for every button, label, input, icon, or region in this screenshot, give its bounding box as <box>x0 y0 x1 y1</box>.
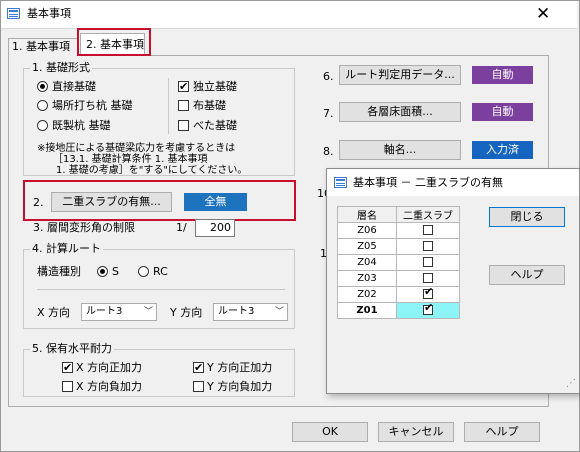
radio-precast-pile-label: 既製杭 基礎 <box>52 119 111 132</box>
check-isolated[interactable]: ✔ <box>178 81 189 92</box>
row-checkbox[interactable] <box>423 273 433 283</box>
dialog-close-button[interactable]: 閉じる <box>489 207 565 227</box>
row-floor-name: Z06 <box>337 222 397 239</box>
double-slab-highlight <box>23 180 296 221</box>
help-button[interactable]: ヘルプ <box>464 422 540 442</box>
floor-area-button[interactable]: 各層床面積... <box>339 102 461 122</box>
tab-2-highlight <box>77 28 151 56</box>
double-slab-table: 層名 二重スラブ Z06 Z05 Z04 Z03 Z02 Z01 <box>337 206 460 319</box>
check-isolated-label: 独立基礎 <box>193 80 237 93</box>
close-icon[interactable]: ✕ <box>536 6 550 23</box>
check-mat-label: べた基礎 <box>193 119 237 132</box>
note-line-3: 1. 基礎の考慮］を"する"にしてください。 <box>56 165 248 176</box>
check-y-positive-label: Y 方向正加力 <box>207 361 273 374</box>
ok-button[interactable]: OK <box>292 422 368 442</box>
radio-rc-label: RC <box>153 265 168 278</box>
tab-1[interactable]: 1. 基本事項 <box>8 38 78 56</box>
row-checkbox[interactable] <box>423 301 433 315</box>
title-bar <box>1 1 577 29</box>
check-x-positive-label: X 方向正加力 <box>76 361 143 374</box>
radio-precast-pile[interactable] <box>37 120 48 131</box>
radio-s[interactable] <box>97 266 108 277</box>
row-double-slab-cell[interactable] <box>396 254 460 271</box>
table-row: Z06 <box>337 222 460 239</box>
axis-name-status-badge: 入力済 <box>472 141 533 159</box>
x-route-value: ルート3 <box>86 306 123 317</box>
radio-cast-pile[interactable] <box>37 100 48 111</box>
y-route-value: ルート3 <box>218 306 255 317</box>
chevron-down-icon: ﹀ <box>274 307 284 317</box>
row-checkbox[interactable] <box>423 241 433 251</box>
radio-direct[interactable] <box>37 81 48 92</box>
check-y-negative-label: Y 方向負加力 <box>207 380 273 393</box>
resize-grip-icon[interactable]: ⋰ <box>566 378 576 389</box>
calc-route-title: 4. 計算ルート <box>30 242 103 255</box>
capacity-title: 5. 保有水平耐力 <box>30 342 114 355</box>
check-mark-icon: ✔ <box>194 361 204 374</box>
row-floor-name: Z04 <box>337 254 397 271</box>
row-checkbox[interactable] <box>423 285 433 299</box>
check-mark-icon: ✔ <box>179 80 189 93</box>
item-6-num: 6. <box>323 70 334 83</box>
table-header-row: 層名 二重スラブ <box>337 206 460 223</box>
x-direction-label: X 方向 <box>37 306 71 319</box>
route-judge-status-badge: 自動 <box>472 66 533 84</box>
radio-cast-pile-label: 場所打ち杭 基礎 <box>52 99 133 112</box>
row-floor-name: Z01 <box>337 302 397 319</box>
struct-type-label: 構造種別 <box>37 265 81 278</box>
row-floor-name: Z02 <box>337 286 397 303</box>
floor-area-status-badge: 自動 <box>472 103 533 121</box>
chevron-down-icon: ﹀ <box>143 307 153 317</box>
dialog-app-icon <box>334 177 347 188</box>
item-7-num: 7. <box>323 107 334 120</box>
deformation-input[interactable]: 200 <box>195 219 235 237</box>
foundation-divider <box>168 78 169 134</box>
table-row: Z02 <box>337 285 460 303</box>
check-x-positive[interactable]: ✔ <box>62 362 73 373</box>
dialog-help-button[interactable]: ヘルプ <box>489 265 565 285</box>
check-strip[interactable] <box>178 100 189 111</box>
radio-s-label: S <box>112 265 119 278</box>
item-8-num: 8. <box>323 145 334 158</box>
row-floor-name: Z03 <box>337 270 397 287</box>
window-title: 基本事項 <box>27 7 71 20</box>
y-direction-label: Y 方向 <box>170 306 203 319</box>
check-mat[interactable] <box>178 120 189 131</box>
row-checkbox[interactable] <box>423 257 433 267</box>
header-double-slab: 二重スラブ <box>396 206 460 223</box>
axis-name-button[interactable]: 軸名... <box>339 140 461 160</box>
row-double-slab-cell[interactable] <box>396 301 460 319</box>
check-mark-icon: ✔ <box>63 361 73 374</box>
check-y-negative[interactable] <box>193 381 204 392</box>
tab-1-label: 1. 基本事項 <box>12 40 70 53</box>
header-floor-name: 層名 <box>337 206 397 223</box>
table-row: Z05 <box>337 238 460 255</box>
note-line-1: ※接地圧による基礎梁応力を考慮するときは <box>37 143 236 154</box>
row-double-slab-cell[interactable] <box>396 222 460 239</box>
y-route-select[interactable]: ルート3 ﹀ <box>213 303 288 321</box>
check-strip-label: 布基礎 <box>193 99 226 112</box>
x-route-select[interactable]: ルート3 ﹀ <box>81 303 157 321</box>
radio-direct-label: 直接基礎 <box>52 80 96 93</box>
table-row: Z03 <box>337 270 460 287</box>
calc-route-divider <box>37 289 285 290</box>
check-x-negative[interactable] <box>62 381 73 392</box>
row-double-slab-cell[interactable] <box>396 238 460 255</box>
route-judge-data-button[interactable]: ルート判定用データ... <box>339 65 461 85</box>
row-floor-name: Z05 <box>337 238 397 255</box>
double-slab-dialog-title: 基本事項 － 二重スラブの有無 <box>353 176 503 189</box>
table-row: Z04 <box>337 254 460 271</box>
row-checkbox[interactable] <box>423 225 433 235</box>
foundation-title: 1. 基礎形式 <box>30 61 92 74</box>
note-line-2: ［13.1. 基礎計算条件 1. 基本事項 <box>53 154 208 165</box>
cancel-button[interactable]: キャンセル <box>378 422 454 442</box>
app-icon <box>7 8 20 19</box>
deformation-prefix: 1/ <box>176 221 187 234</box>
check-y-positive[interactable]: ✔ <box>193 362 204 373</box>
table-row-selected: Z01 <box>337 301 460 319</box>
deformation-label: 3. 層間変形角の制限 <box>33 221 135 234</box>
radio-rc[interactable] <box>138 266 149 277</box>
check-x-negative-label: X 方向負加力 <box>76 380 143 393</box>
double-slab-dialog: 基本事項 － 二重スラブの有無 層名 二重スラブ Z06 Z05 Z04 Z03… <box>326 168 580 394</box>
